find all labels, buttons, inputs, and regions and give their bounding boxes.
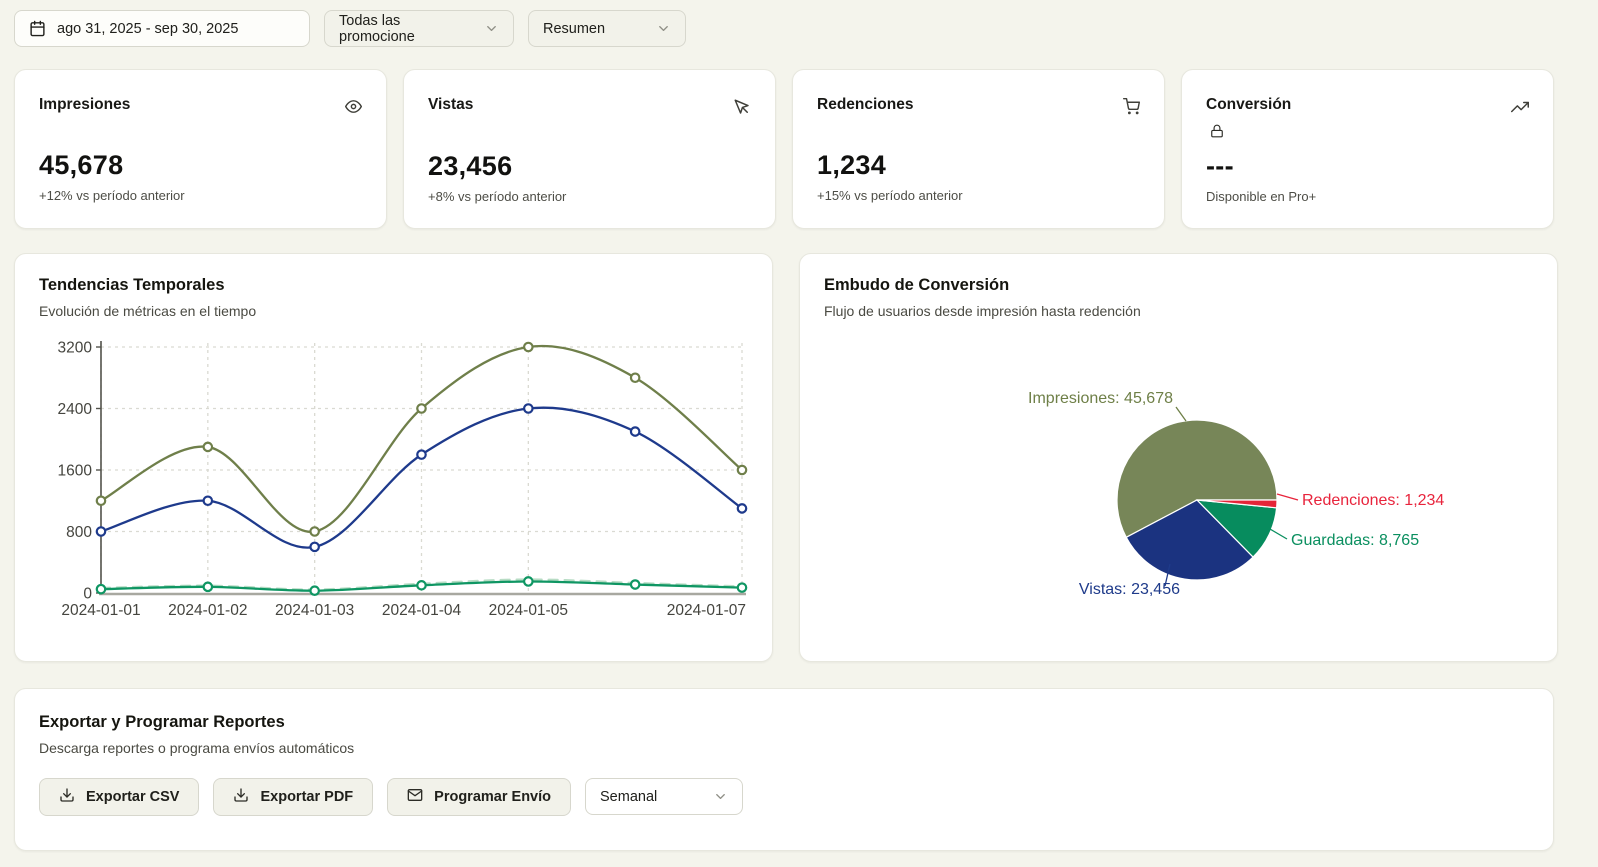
funnel-card: Embudo de Conversión Flujo de usuarios d… <box>799 253 1558 662</box>
charts-row: Tendencias Temporales Evolución de métri… <box>14 253 1558 662</box>
date-range-value: ago 31, 2025 - sep 30, 2025 <box>57 20 239 37</box>
trends-title: Tendencias Temporales <box>39 276 225 294</box>
svg-text:2024-01-03: 2024-01-03 <box>275 602 354 619</box>
schedule-send-button[interactable]: Programar Envío <box>387 778 571 816</box>
funnel-title: Embudo de Conversión <box>824 276 1010 294</box>
view-mode-select[interactable]: Resumen <box>528 10 686 47</box>
chevron-down-icon <box>487 26 496 31</box>
trending-up-icon <box>1511 98 1529 121</box>
trends-subtitle: Evolución de métricas en el tiempo <box>39 303 257 319</box>
stat-value: 45,678 <box>39 150 124 180</box>
export-title: Exportar y Programar Reportes <box>39 713 285 731</box>
stat-card-conversion: Conversión --- Disponible en Pro+ <box>1181 69 1554 229</box>
mail-icon <box>407 787 423 807</box>
stat-value: --- <box>1206 151 1234 181</box>
frequency-select[interactable]: Semanal <box>585 778 743 815</box>
svg-text:2024-01-05: 2024-01-05 <box>489 602 568 619</box>
stat-cards-row: Impresiones 45,678 +12% vs período anter… <box>14 69 1554 229</box>
svg-text:1600: 1600 <box>58 463 93 480</box>
svg-text:3200: 3200 <box>58 340 93 357</box>
shopping-cart-icon <box>1123 98 1140 120</box>
funnel-subtitle: Flujo de usuarios desde impresión hasta … <box>824 303 1141 319</box>
stat-title: Impresiones <box>39 96 131 113</box>
lock-icon <box>1210 124 1529 140</box>
trends-card: Tendencias Temporales Evolución de métri… <box>14 253 773 662</box>
svg-text:2024-01-02: 2024-01-02 <box>168 602 247 619</box>
promotions-filter-value: Todas las promocione <box>339 12 415 45</box>
svg-text:2400: 2400 <box>58 401 93 418</box>
frequency-value: Semanal <box>600 788 658 805</box>
chevron-down-icon <box>716 794 725 799</box>
stat-title: Redenciones <box>817 96 914 113</box>
filter-bar: ago 31, 2025 - sep 30, 2025 Todas las pr… <box>14 10 1554 47</box>
svg-text:2024-01-04: 2024-01-04 <box>382 602 462 619</box>
svg-text:Redenciones: 1,234: Redenciones: 1,234 <box>1302 492 1444 509</box>
stat-value: 1,234 <box>817 150 887 180</box>
svg-text:2024-01-07: 2024-01-07 <box>667 602 746 619</box>
export-buttons-row: Exportar CSV Exportar PDF Programar Enví… <box>39 778 1529 816</box>
svg-text:Guardadas: 8,765: Guardadas: 8,765 <box>1291 532 1419 549</box>
stat-title: Conversión <box>1206 96 1292 113</box>
export-subtitle: Descarga reportes o programa envíos auto… <box>39 740 355 756</box>
svg-text:Vistas: 23,456: Vistas: 23,456 <box>1079 581 1180 598</box>
stat-subtitle: +15% vs período anterior <box>817 188 963 203</box>
analytics-dashboard: ago 31, 2025 - sep 30, 2025 Todas las pr… <box>0 0 1598 867</box>
stat-subtitle: +8% vs período anterior <box>428 189 567 204</box>
funnel-pie-chart: Impresiones: 45,678 Vistas: 23,456 Guardad… <box>1028 390 1444 598</box>
export-csv-button[interactable]: Exportar CSV <box>39 778 200 816</box>
svg-text:2024-01-01: 2024-01-01 <box>61 602 140 619</box>
schedule-send-label: Programar Envío <box>434 789 551 805</box>
stat-card-impresiones: Impresiones 45,678 +12% vs período anter… <box>14 69 387 229</box>
stat-card-redenciones: Redenciones 1,234 +15% vs período anteri… <box>792 69 1165 229</box>
stat-title: Vistas <box>428 96 474 113</box>
export-pdf-button[interactable]: Exportar PDF <box>213 778 374 816</box>
view-mode-value: Resumen <box>543 20 606 37</box>
chevron-down-icon <box>659 26 668 31</box>
download-icon <box>59 787 75 807</box>
svg-text:Impresiones: 45,678: Impresiones: 45,678 <box>1028 390 1173 407</box>
export-csv-label: Exportar CSV <box>86 789 180 805</box>
svg-text:800: 800 <box>66 524 92 541</box>
export-pdf-label: Exportar PDF <box>260 789 354 805</box>
stat-value: 23,456 <box>428 151 513 181</box>
stat-subtitle: Disponible en Pro+ <box>1206 189 1317 204</box>
svg-text:0: 0 <box>83 586 92 603</box>
promotions-filter-select[interactable]: Todas las promocione <box>324 10 514 47</box>
trends-line-chart: 0 800 1600 2400 3200 2024-01-01 2024-01-02 2024… <box>58 340 748 619</box>
export-card: Exportar y Programar Reportes Descarga r… <box>14 688 1554 851</box>
calendar-icon <box>30 20 45 37</box>
eye-icon <box>345 98 362 120</box>
download-icon <box>233 787 249 807</box>
date-range-picker[interactable]: ago 31, 2025 - sep 30, 2025 <box>14 10 310 47</box>
mouse-pointer-icon <box>733 98 751 121</box>
stat-card-vistas: Vistas 23,456 +8% vs período anterior <box>403 69 776 229</box>
stat-subtitle: +12% vs período anterior <box>39 188 185 203</box>
